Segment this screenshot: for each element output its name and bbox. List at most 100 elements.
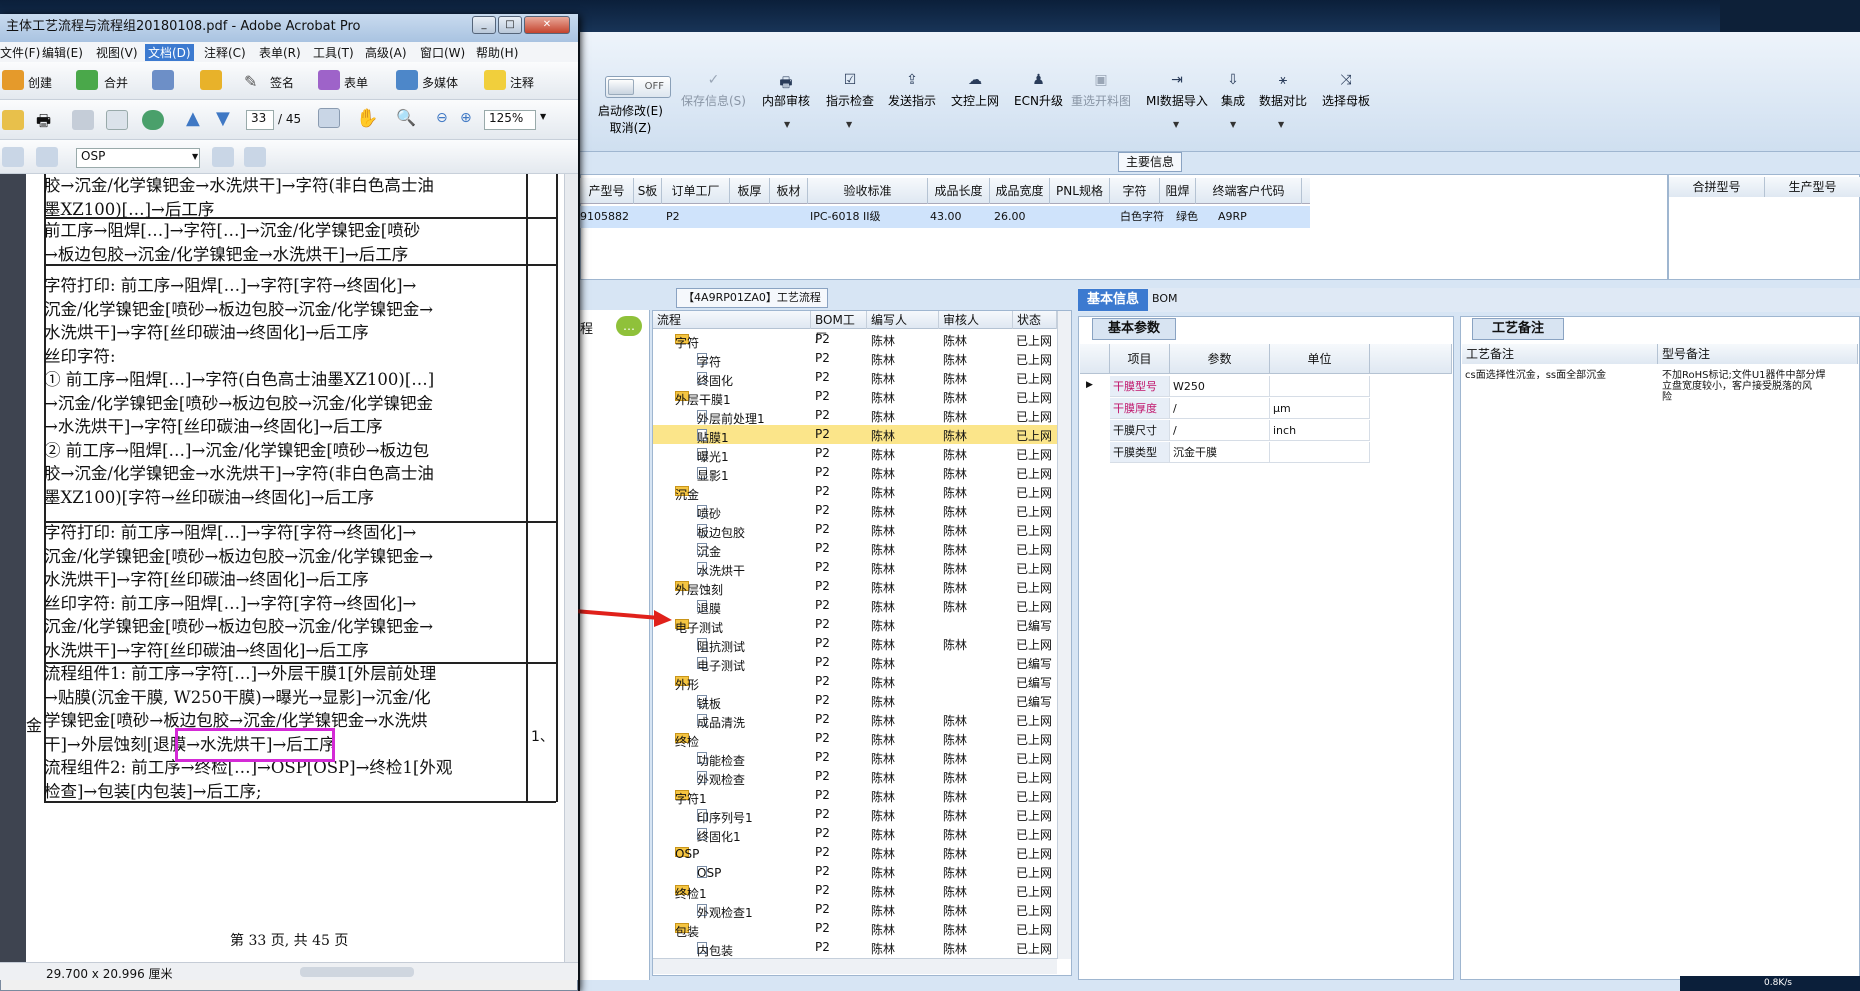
doc-cell[interactable]: 字符打印: 前工序→阻焊[…]→字符[字符→终固化]→ 沉金/化学镍钯金[喷砂→…	[44, 521, 524, 662]
maximize-button[interactable]: □	[498, 16, 522, 34]
col-model-note[interactable]: 型号备注	[1658, 344, 1858, 364]
tree-scrollbar[interactable]	[1057, 311, 1071, 959]
fit-page-icon[interactable]	[2, 147, 24, 167]
tree-row[interactable]: -字符1P2陈林陈林已上网	[653, 786, 1057, 806]
col-length[interactable]: 成品长度	[928, 178, 990, 204]
tree-row[interactable]: 喷砂 P2 陈林 陈林 已上网	[653, 501, 1057, 521]
col-status[interactable]: 状态	[1013, 311, 1057, 329]
email-icon[interactable]	[106, 110, 128, 130]
param-item[interactable]: 干膜型号	[1110, 376, 1170, 397]
chevron-down-icon[interactable]: ▼	[540, 112, 546, 121]
save-info-button[interactable]: ✓ 保存信息(S)	[681, 72, 746, 109]
menu-document[interactable]: 文档(D)	[145, 44, 194, 61]
chevron-down-icon[interactable]: ▼	[1230, 120, 1236, 129]
menu-window[interactable]: 窗口(W)	[420, 44, 465, 61]
instruction-check-button[interactable]: ☑ 指示检查	[826, 72, 874, 109]
send-instruction-button[interactable]: ⇪ 发送指示	[888, 72, 936, 109]
chevron-down-icon[interactable]: ▼	[784, 120, 790, 129]
tree-row[interactable]: 外观检查1 P2 陈林 陈林 已上网	[653, 900, 1057, 920]
menu-view[interactable]: 视图(V)	[96, 44, 138, 61]
col-model[interactable]: 产型号	[580, 178, 634, 204]
fit-width-icon[interactable]	[36, 147, 58, 167]
tree-row[interactable]: 终固化 P2 陈林 陈林 已上网	[653, 368, 1057, 388]
edit-toggle[interactable]: OFF	[605, 76, 671, 98]
col-writer[interactable]: 编写人	[867, 311, 939, 329]
multimedia-button[interactable]: 多媒体	[422, 74, 458, 91]
tree-hscrollbar[interactable]	[653, 958, 1057, 974]
print-icon[interactable]: 🖶	[36, 110, 51, 137]
col-thickness[interactable]: 板厚	[730, 178, 770, 204]
tree-row[interactable]: 内包装 P2 陈林 陈林 已上网	[653, 938, 1057, 958]
integrate-button[interactable]: ⇩ 集成	[1221, 72, 1245, 109]
tree-row[interactable]: 贴膜1 P2 陈林 陈林 已上网	[653, 425, 1057, 445]
zoom-in-icon[interactable]: ⊕	[460, 110, 472, 126]
lock-icon[interactable]	[200, 70, 222, 90]
tree-row[interactable]: -电子测试P2陈林已编写	[653, 615, 1057, 635]
ecn-upgrade-button[interactable]: ♟ ECN升级	[1014, 72, 1063, 109]
menu-forms[interactable]: 表单(R)	[259, 44, 301, 61]
tree-row[interactable]: -字符P2陈林陈林已上网	[653, 330, 1057, 350]
tree-row[interactable]: 退膜 P2 陈林 陈林 已上网	[653, 596, 1057, 616]
tab-bom[interactable]: BOM	[1152, 292, 1178, 305]
zoom-input[interactable]: 125%	[484, 110, 536, 130]
tree-row[interactable]: -外形P2陈林已编写	[653, 672, 1057, 692]
col-production-model[interactable]: 生产型号	[1765, 177, 1860, 197]
col-unit[interactable]: 单位	[1270, 344, 1370, 374]
tree-row[interactable]: -外层蚀刻P2陈林陈林已上网	[653, 577, 1057, 597]
combine-button[interactable]: 合并	[104, 74, 128, 91]
tab-main-info[interactable]: 主要信息	[1118, 152, 1182, 172]
col-param[interactable]: 参数	[1170, 344, 1270, 374]
col-merge-model[interactable]: 合拼型号	[1669, 177, 1765, 197]
internal-review-button[interactable]: 🖶 内部审核	[762, 72, 810, 109]
tree-row[interactable]: 沉金 P2 陈林 陈林 已上网	[653, 539, 1057, 559]
col-bom-factory[interactable]: BOM工厂	[811, 311, 867, 345]
col-reviewer[interactable]: 审核人	[939, 311, 1013, 329]
chat-icon[interactable]: …	[616, 316, 642, 336]
param-value[interactable]: /	[1170, 398, 1270, 419]
tree-row[interactable]: 阻抗测试 P2 陈林 陈林 已上网	[653, 634, 1057, 654]
param-value[interactable]: 沉金干膜	[1170, 442, 1270, 463]
prev-page-icon[interactable]: ▲	[186, 108, 200, 129]
col-customer-code[interactable]: 终端客户代码	[1196, 178, 1302, 204]
tree-row[interactable]: 外层前处理1 P2 陈林 陈林 已上网	[653, 406, 1057, 426]
mi-import-button[interactable]: ⇥ MI数据导入	[1146, 72, 1208, 109]
tree-row[interactable]: -OSPP2陈林陈林已上网	[653, 843, 1057, 862]
tree-row[interactable]: OSP P2 陈林 陈林 已上网	[653, 862, 1057, 881]
tree-row[interactable]: 成品清洗 P2 陈林 陈林 已上网	[653, 710, 1057, 730]
globe-icon[interactable]	[142, 110, 164, 130]
menu-file[interactable]: 文件(F)	[0, 44, 40, 61]
zoom-tool-icon[interactable]: 🔍	[396, 108, 416, 127]
tree-row[interactable]: 显影1 P2 陈林 陈林 已上网	[653, 463, 1057, 483]
tab-process-flow[interactable]: 【4A9RP01ZA0】工艺流程	[676, 288, 828, 308]
zoom-out-icon[interactable]: ⊖	[436, 110, 448, 126]
param-item[interactable]: 干膜类型	[1110, 442, 1170, 463]
param-unit[interactable]	[1270, 442, 1370, 463]
col-pnl[interactable]: PNL规格	[1050, 178, 1110, 204]
doc-cell[interactable]: 胶→沉金/化学镍钯金→水洗烘干]→字符(非白色高士油 墨XZ100)[…]→后工…	[44, 174, 524, 221]
param-item[interactable]: 干膜尺寸	[1110, 420, 1170, 441]
layer-prev-icon[interactable]	[212, 147, 234, 167]
param-value[interactable]: W250	[1170, 376, 1270, 397]
start-edit-button[interactable]: 启动修改(E) 取消(Z)	[598, 102, 663, 136]
chevron-down-icon[interactable]: ▼	[1173, 120, 1179, 129]
tree-row[interactable]: 外观检查 P2 陈林 陈林 已上网	[653, 767, 1057, 787]
tree-row[interactable]: 电子测试 P2 陈林 已编写	[653, 653, 1057, 673]
tree-row[interactable]: 印序列号1 P2 陈林 陈林 已上网	[653, 805, 1057, 825]
col-item[interactable]: 项目	[1110, 344, 1170, 374]
tree-row[interactable]: 曝光1 P2 陈林 陈林 已上网	[653, 444, 1057, 464]
doc-cell[interactable]: 字符打印: 前工序→阻焊[…]→字符[字符→终固化]→ 沉金/化学镍钯金[喷砂→…	[44, 274, 524, 509]
menu-help[interactable]: 帮助(H)	[476, 44, 518, 61]
col-width[interactable]: 成品宽度	[990, 178, 1050, 204]
tree-row[interactable]: 铣板 P2 陈林 已编写	[653, 691, 1057, 711]
acrobat-scrollbar[interactable]	[564, 174, 578, 962]
tree-row[interactable]: -沉金P2陈林陈林已上网	[653, 482, 1057, 502]
tree-row[interactable]: -外层干膜1P2陈林陈林已上网	[653, 387, 1057, 407]
chevron-down-icon[interactable]: ▼	[846, 120, 852, 129]
col-order-factory[interactable]: 订单工厂	[662, 178, 730, 204]
col-process-note[interactable]: 工艺备注	[1462, 344, 1658, 364]
data-compare-button[interactable]: ⚹ 数据对比	[1259, 72, 1307, 109]
col-mask[interactable]: 阻焊	[1160, 178, 1196, 204]
page-number-input[interactable]: 33	[246, 110, 274, 130]
cancel-button[interactable]: 取消(Z)	[610, 121, 652, 135]
navigation-pane[interactable]	[0, 174, 26, 974]
